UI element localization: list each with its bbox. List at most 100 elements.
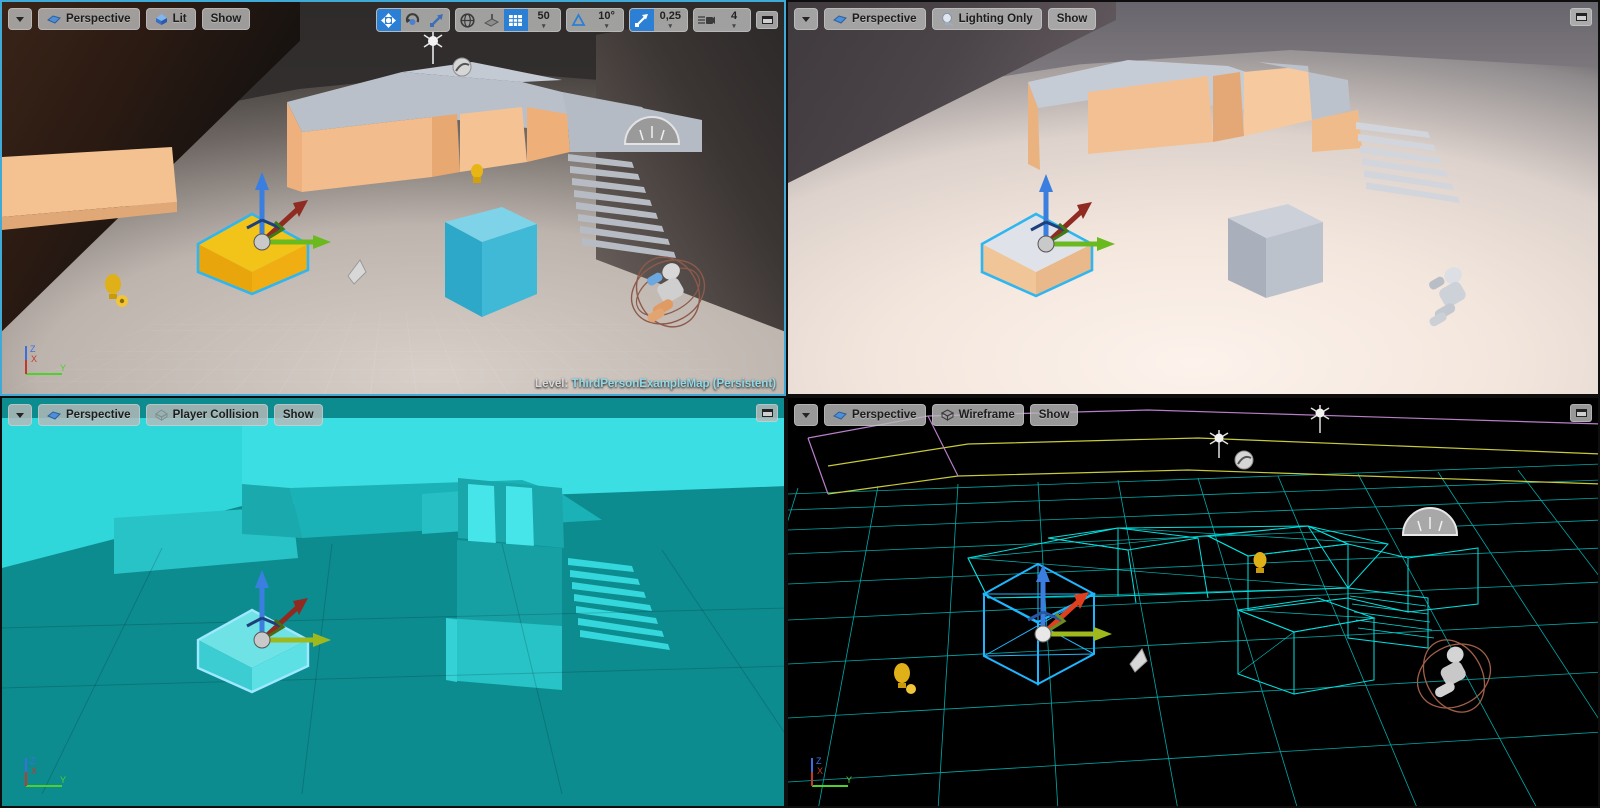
svg-text:X: X: [31, 354, 37, 364]
point-light-icon[interactable]: [98, 270, 132, 310]
show-flags-label-3: Show: [282, 409, 314, 421]
viewport-top-left[interactable]: Z X Y Level: ThirdPersonExampleMap (Pers…: [0, 0, 786, 396]
chevron-down-icon: ▾: [668, 22, 673, 30]
rotate-arc-icon: [406, 12, 420, 25]
svg-text:X: X: [31, 766, 37, 776]
viewport-bottom-right-canvas[interactable]: Z X Y: [788, 398, 1598, 806]
rotate-mode-button[interactable]: [401, 9, 425, 31]
show-flags-label: Show: [210, 13, 242, 25]
viewport-4-toolbar: Perspective Wireframe Show: [794, 404, 1079, 426]
viewport-top-left-canvas[interactable]: Z X Y Level: ThirdPersonExampleMap (Pers…: [2, 2, 784, 394]
transform-gizmo[interactable]: [207, 170, 337, 280]
level-name: ThirdPersonExampleMap (Persistent): [571, 378, 777, 390]
show-flags-button-4[interactable]: Show: [1029, 404, 1079, 426]
chevron-down-icon: ▾: [732, 22, 736, 30]
scale-mode-button[interactable]: [425, 9, 449, 31]
viewport-bottom-right[interactable]: Z X Y Perspective Wireframe Show: [786, 396, 1600, 808]
chevron-down-icon: ▾: [541, 22, 546, 30]
viewport-grid: Z X Y Level: ThirdPersonExampleMap (Pers…: [0, 0, 1600, 808]
sky-dome-icon: [623, 116, 681, 145]
transform-gizmo-lighting[interactable]: [991, 172, 1121, 282]
maximize-viewport-icon: [1575, 409, 1587, 417]
level-prefix: Level:: [535, 378, 569, 390]
translate-mode-button[interactable]: [376, 9, 401, 31]
show-flags-label-4: Show: [1038, 409, 1070, 421]
mannequin-character-wireframe[interactable]: [1406, 634, 1506, 726]
viewport-options-dropdown-3[interactable]: [8, 404, 32, 426]
mannequin-character[interactable]: [620, 254, 716, 340]
maximize-viewport-button-3[interactable]: [756, 404, 778, 422]
perspective-camera-icon: [47, 14, 61, 24]
maximize-viewport-button-4[interactable]: [1570, 404, 1592, 422]
viewport-top-right-canvas[interactable]: [788, 2, 1598, 394]
grid-snap-value[interactable]: 50 ▾: [528, 9, 560, 31]
viewport-2-toolbar: Perspective Lighting Only Show: [794, 8, 1097, 30]
viewport-bottom-left[interactable]: Z X Y Perspective Player Collision Show: [0, 396, 786, 808]
viewport-1-toolbar-right: 50 ▾ 10° ▾ 0,25 ▾ 4 ▾: [375, 8, 778, 32]
scale-snap-icon: [635, 13, 649, 27]
chevron-down-icon: ▾: [604, 22, 609, 30]
transform-gizmo-collision[interactable]: [207, 568, 337, 678]
sky-light-icon-wireframe-2[interactable]: [1207, 428, 1231, 460]
mannequin-character-lighting[interactable]: [1402, 258, 1498, 344]
svg-text:X: X: [817, 766, 823, 776]
maximize-viewport-button-2[interactable]: [1570, 8, 1592, 26]
viewport-2-toolbar-right: [1570, 8, 1592, 26]
sphere-reflection-icon-wireframe[interactable]: [1234, 450, 1254, 470]
show-flags-button[interactable]: Show: [201, 8, 251, 30]
sky-light-icon[interactable]: [420, 30, 446, 66]
svg-text:Z: Z: [30, 756, 36, 766]
viewport-4-toolbar-right: [1570, 404, 1592, 422]
angle-snap-group: 10° ▾: [565, 8, 624, 32]
sphere-reflection-icon[interactable]: [452, 57, 472, 77]
view-mode-button-3[interactable]: Player Collision: [145, 404, 268, 426]
transform-mode-group: [375, 8, 450, 32]
viewport-3-toolbar-right: [756, 404, 778, 422]
grid-snap-button[interactable]: [503, 9, 528, 31]
viewport-3-toolbar: Perspective Player Collision Show: [8, 404, 323, 426]
angle-snap-button[interactable]: [567, 9, 591, 31]
camera-type-button[interactable]: Perspective: [38, 8, 140, 30]
viewport-1-toolbar-left: Perspective Lit Show: [8, 8, 251, 30]
view-mode-button[interactable]: Lit: [145, 8, 196, 30]
collision-geometry: [2, 418, 784, 795]
globe-icon: [460, 12, 475, 28]
camera-type-label-4: Perspective: [852, 409, 917, 421]
camera-speed-value[interactable]: 4 ▾: [718, 9, 750, 31]
move-arrows-icon: [381, 12, 397, 28]
wireframe-geometry: [788, 409, 1598, 806]
camera-type-button-3[interactable]: Perspective: [38, 404, 140, 426]
surface-snap-button[interactable]: [480, 9, 504, 31]
player-start-icon[interactable]: [342, 254, 372, 288]
scale-snap-button[interactable]: [629, 9, 654, 31]
viewport-options-dropdown[interactable]: [8, 8, 32, 30]
lightbulb-actor-icon[interactable]: [467, 162, 487, 188]
camera-type-button-4[interactable]: Perspective: [824, 404, 926, 426]
chevron-down-icon: [16, 16, 24, 22]
angle-snap-number: 10°: [598, 9, 615, 22]
chevron-down-icon: [802, 412, 810, 418]
view-mode-button-4[interactable]: Wireframe: [931, 404, 1024, 426]
scale-snap-value[interactable]: 0,25 ▾: [654, 9, 687, 31]
viewport-top-right[interactable]: Perspective Lighting Only Show: [786, 0, 1600, 396]
viewport-options-dropdown-2[interactable]: [794, 8, 818, 30]
show-flags-button-3[interactable]: Show: [273, 404, 323, 426]
camera-speed-group: 4 ▾: [693, 8, 751, 32]
camera-speed-button[interactable]: [694, 9, 718, 31]
angle-snap-value[interactable]: 10° ▾: [591, 9, 623, 31]
player-start-icon-wireframe[interactable]: [1124, 644, 1152, 676]
transform-gizmo-wireframe[interactable]: [988, 562, 1118, 672]
point-light-icon-wireframe[interactable]: [1250, 550, 1272, 578]
sky-light-icon-wireframe[interactable]: [1308, 403, 1332, 435]
maximize-viewport-button[interactable]: [756, 11, 778, 29]
svg-text:Y: Y: [846, 775, 852, 785]
svg-text:Y: Y: [60, 363, 66, 373]
view-mode-button-2[interactable]: Lighting Only: [931, 8, 1042, 30]
camera-type-button-2[interactable]: Perspective: [824, 8, 926, 30]
show-flags-button-2[interactable]: Show: [1047, 8, 1097, 30]
point-light-icon-wireframe-2[interactable]: [888, 660, 920, 696]
viewport-bottom-left-canvas[interactable]: Z X Y: [2, 398, 784, 806]
world-coordinate-button[interactable]: [456, 9, 480, 31]
viewport-options-dropdown-4[interactable]: [794, 404, 818, 426]
axis-indicator-collision: Z X Y: [25, 756, 66, 787]
